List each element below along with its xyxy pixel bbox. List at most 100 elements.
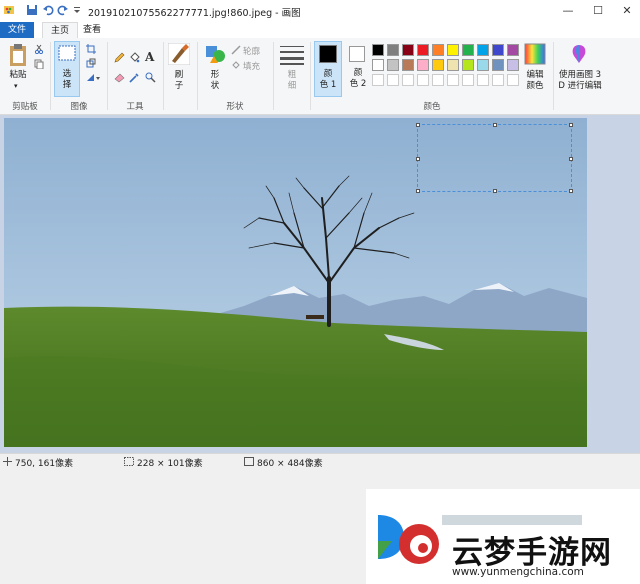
- palette-swatch[interactable]: [492, 74, 504, 86]
- customize-toolbar-icon[interactable]: [71, 4, 83, 16]
- palette-swatch[interactable]: [432, 74, 444, 86]
- shapes-label[interactable]: 形: [204, 70, 226, 81]
- palette-swatch[interactable]: [492, 59, 504, 71]
- selection-handle[interactable]: [493, 123, 497, 127]
- cut-icon[interactable]: [34, 44, 44, 54]
- brushes-label-2[interactable]: 子: [168, 81, 190, 92]
- image-group-label: 图像: [70, 102, 88, 112]
- paint3d-label[interactable]: 使用画图 3: [556, 70, 604, 81]
- selection-handle[interactable]: [416, 123, 420, 127]
- tab-file[interactable]: 文件: [0, 22, 34, 38]
- palette-swatch[interactable]: [462, 44, 474, 56]
- outline-icon[interactable]: [231, 45, 241, 55]
- shapes-label-2[interactable]: 状: [204, 81, 226, 92]
- paste-button-label[interactable]: 粘贴: [7, 70, 29, 81]
- select-label: 选: [62, 69, 72, 79]
- palette-swatch[interactable]: [402, 59, 414, 71]
- paste-dropdown-icon[interactable]: ▾: [14, 82, 18, 90]
- palette-swatch[interactable]: [372, 74, 384, 86]
- outline-label[interactable]: 轮廓: [243, 45, 260, 57]
- minimize-button[interactable]: —: [553, 0, 583, 22]
- pencil-icon[interactable]: [114, 52, 125, 63]
- color2-button[interactable]: 颜 色 2: [346, 41, 370, 97]
- size-label[interactable]: 粗: [280, 70, 304, 81]
- size-icon[interactable]: [280, 45, 304, 65]
- palette-swatch[interactable]: [402, 44, 414, 56]
- text-tool-icon[interactable]: A: [145, 50, 154, 64]
- palette-swatch[interactable]: [507, 44, 519, 56]
- palette-swatch[interactable]: [477, 59, 489, 71]
- eraser-icon[interactable]: [114, 72, 125, 83]
- clipboard-group-label: 剪贴板: [12, 102, 38, 112]
- watermark-swirl-icon: [399, 524, 439, 564]
- palette-swatch[interactable]: [432, 59, 444, 71]
- tab-view[interactable]: 查看: [78, 22, 106, 38]
- paint3d-icon[interactable]: [568, 43, 590, 65]
- palette-swatch[interactable]: [477, 44, 489, 56]
- selection-size-icon: [124, 457, 134, 466]
- palette-swatch[interactable]: [507, 59, 519, 71]
- palette-swatch[interactable]: [402, 74, 414, 86]
- palette-swatch[interactable]: [447, 59, 459, 71]
- palette-swatch[interactable]: [507, 74, 519, 86]
- palette-swatch[interactable]: [462, 59, 474, 71]
- brushes-label[interactable]: 刷: [168, 70, 190, 81]
- close-button[interactable]: ✕: [612, 0, 640, 22]
- fill-icon[interactable]: [231, 60, 241, 70]
- palette-swatch[interactable]: [387, 59, 399, 71]
- resize-icon[interactable]: [86, 58, 96, 68]
- palette-swatch[interactable]: [492, 44, 504, 56]
- shapes-icon[interactable]: [204, 43, 226, 65]
- palette-swatch[interactable]: [417, 59, 429, 71]
- size-label-2[interactable]: 细: [280, 81, 304, 92]
- window-title: 20191021075562277771.jpg!860.jpeg - 画图: [88, 8, 301, 19]
- color1-button[interactable]: 颜 色 1: [314, 41, 342, 97]
- selection-handle[interactable]: [416, 157, 420, 161]
- edit-colors-label-2[interactable]: 颜色: [520, 81, 550, 92]
- image-size-icon: [244, 457, 254, 466]
- selection-handle[interactable]: [569, 123, 573, 127]
- paint3d-label-2[interactable]: D 进行编辑: [556, 81, 604, 92]
- edit-colors-label[interactable]: 编辑: [520, 70, 550, 81]
- selection-handle[interactable]: [569, 189, 573, 193]
- canvas-area[interactable]: 云梦手游网 www.yunmengchina.com: [0, 115, 640, 584]
- tab-home[interactable]: 主页: [42, 22, 78, 39]
- palette-swatch[interactable]: [372, 59, 384, 71]
- selection-handle[interactable]: [569, 157, 573, 161]
- copy-icon[interactable]: [34, 59, 44, 69]
- palette-swatch[interactable]: [417, 44, 429, 56]
- shapes-group-label: 形状: [226, 102, 244, 112]
- select-label-2: 择: [62, 80, 72, 90]
- palette-swatch[interactable]: [432, 44, 444, 56]
- undo-icon[interactable]: [42, 4, 54, 16]
- paint-app-icon: [4, 6, 14, 14]
- selection-handle[interactable]: [416, 189, 420, 193]
- palette-swatch[interactable]: [447, 44, 459, 56]
- colors-group-label: 颜色: [423, 102, 441, 112]
- palette-swatch[interactable]: [477, 74, 489, 86]
- palette-swatch[interactable]: [387, 74, 399, 86]
- fill-label[interactable]: 填充: [243, 60, 260, 72]
- palette-swatch[interactable]: [387, 44, 399, 56]
- edit-colors-icon[interactable]: [524, 43, 546, 65]
- color-picker-icon[interactable]: [129, 72, 140, 83]
- paste-icon[interactable]: [8, 43, 28, 67]
- selection-rectangle[interactable]: [416, 123, 573, 193]
- select-button[interactable]: 选 择: [54, 41, 80, 97]
- watermark-overlay: 云梦手游网 www.yunmengchina.com: [366, 489, 640, 584]
- color1-label-2: 色 1: [319, 80, 337, 90]
- magnifier-icon[interactable]: [145, 72, 156, 83]
- crop-icon[interactable]: [86, 44, 96, 54]
- palette-swatch[interactable]: [462, 74, 474, 86]
- brush-icon[interactable]: [168, 43, 190, 65]
- save-icon[interactable]: [26, 4, 38, 16]
- selection-handle[interactable]: [493, 189, 497, 193]
- color1-label: 颜: [323, 69, 333, 79]
- palette-swatch[interactable]: [372, 44, 384, 56]
- rotate-icon[interactable]: [86, 72, 100, 82]
- redo-icon[interactable]: [57, 4, 69, 16]
- fill-bucket-icon[interactable]: [129, 52, 140, 63]
- palette-swatch[interactable]: [417, 74, 429, 86]
- palette-swatch[interactable]: [447, 74, 459, 86]
- maximize-button[interactable]: ☐: [583, 0, 613, 22]
